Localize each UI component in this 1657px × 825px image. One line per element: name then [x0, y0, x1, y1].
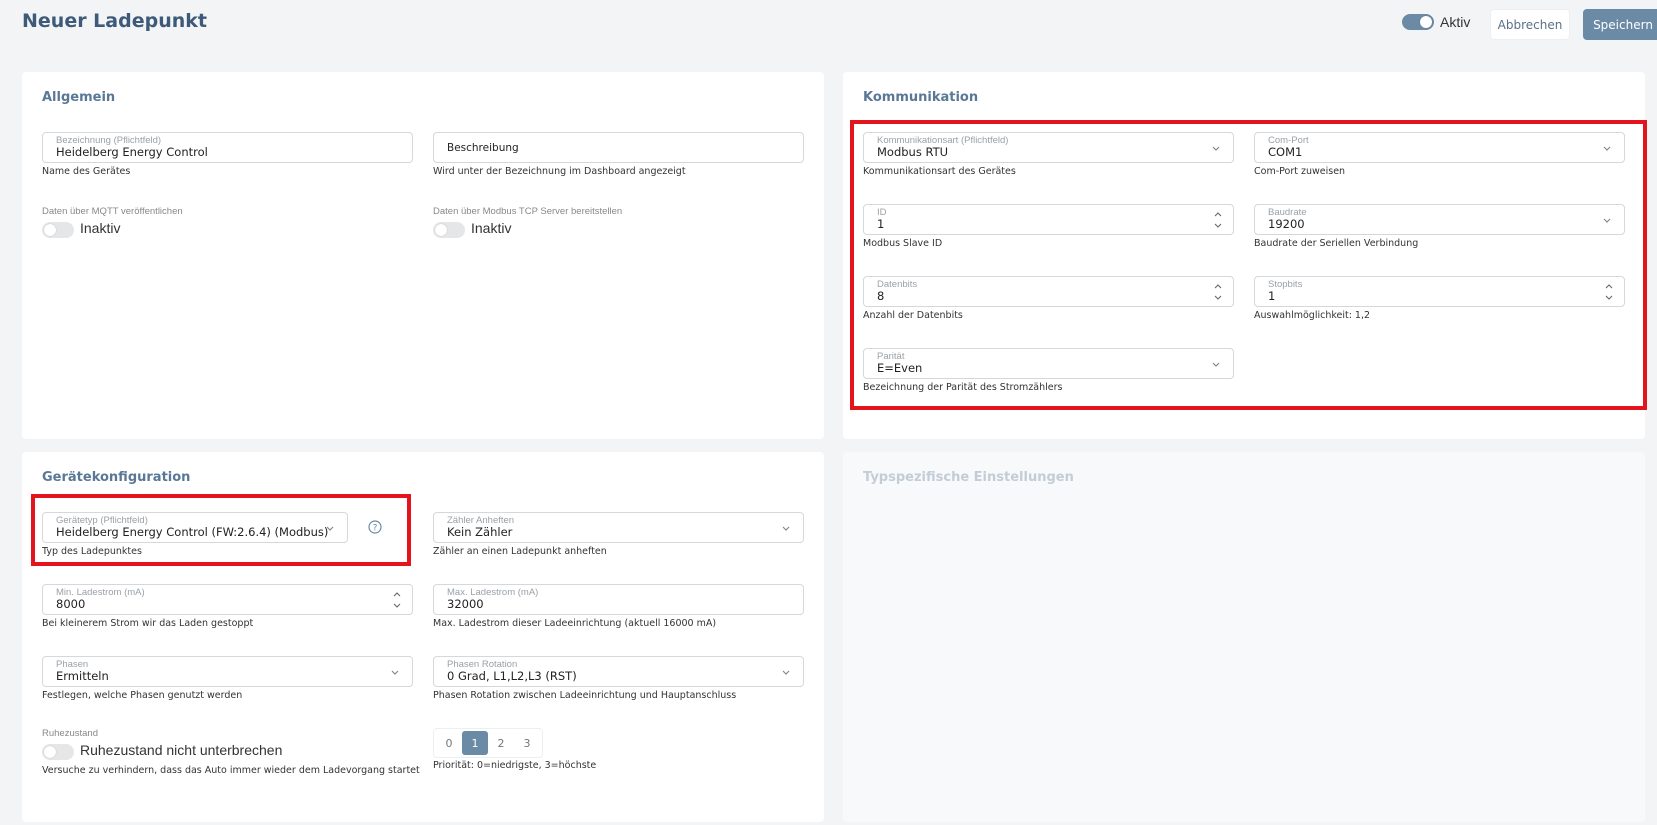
- phasen-hint: Festlegen, welche Phasen genutzt werden: [42, 690, 243, 701]
- allgemein-title: Allgemein: [42, 90, 116, 105]
- svg-text:?: ?: [373, 524, 378, 534]
- max-ladestrom-hint: Max. Ladestrom dieser Ladeeinrichtung (a…: [433, 618, 717, 629]
- zaehler-select[interactable]: Zähler Anheften Kein Zähler: [433, 512, 804, 543]
- paritaet-value: E=Even: [877, 361, 923, 375]
- kommunikation-title: Kommunikation: [863, 90, 979, 105]
- save-button[interactable]: Speichern: [1583, 9, 1657, 40]
- zaehler-hint: Zähler an einen Ladepunkt anheften: [433, 546, 607, 557]
- kommunikationsart-select[interactable]: Kommunikationsart (Pflichtfeld) Modbus R…: [863, 132, 1234, 163]
- mqtt-toggle[interactable]: [42, 222, 74, 238]
- aktiv-toggle-group[interactable]: Aktiv: [1402, 14, 1470, 30]
- id-value: 1: [877, 217, 885, 231]
- ruhezustand-label: Ruhezustand: [42, 728, 98, 739]
- bezeichnung-input[interactable]: Bezeichnung (Pflichtfeld) Heidelberg Ene…: [42, 132, 413, 163]
- prioritaet-selector[interactable]: 0 1 2 3: [433, 728, 543, 758]
- top-bar: Neuer Ladepunkt Aktiv Abbrechen Speicher…: [0, 0, 1657, 50]
- modbus-tcp-label: Daten über Modbus TCP Server bereitstell…: [433, 206, 623, 217]
- geraetetyp-value: Heidelberg Energy Control (FW:2.6.4) (Mo…: [56, 525, 329, 539]
- phasen-rotation-select[interactable]: Phasen Rotation 0 Grad, L1,L2,L3 (RST): [433, 656, 804, 687]
- ruhezustand-toggle[interactable]: [42, 744, 74, 760]
- chevron-down-icon: [391, 670, 399, 675]
- stepper-icon[interactable]: [1213, 280, 1223, 304]
- stopbits-value: 1: [1268, 289, 1276, 303]
- aktiv-toggle[interactable]: [1402, 14, 1434, 30]
- cancel-button[interactable]: Abbrechen: [1490, 9, 1570, 40]
- min-ladestrom-value: 8000: [56, 597, 86, 611]
- modbus-tcp-state: Inaktiv: [471, 220, 512, 236]
- phasen-rotation-hint: Phasen Rotation zwischen Ladeeinrichtung…: [433, 690, 737, 701]
- phasen-value: Ermitteln: [56, 669, 109, 683]
- prioritaet-option-2[interactable]: 2: [488, 731, 514, 755]
- stepper-icon[interactable]: [1213, 208, 1223, 232]
- bezeichnung-value: Heidelberg Energy Control: [56, 145, 208, 159]
- beschreibung-input[interactable]: Beschreibung: [433, 132, 804, 163]
- beschreibung-placeholder: Beschreibung: [447, 142, 519, 154]
- allgemein-card: Allgemein Bezeichnung (Pflichtfeld) Heid…: [22, 72, 824, 439]
- chevron-down-icon: [782, 670, 790, 675]
- stopbits-input[interactable]: Stopbits 1: [1254, 276, 1625, 307]
- paritaet-select[interactable]: Parität E=Even: [863, 348, 1234, 379]
- page-title: Neuer Ladepunkt: [22, 10, 207, 32]
- prioritaet-option-1[interactable]: 1: [462, 731, 488, 755]
- max-ladestrom-input[interactable]: Max. Ladestrom (mA) 32000: [433, 584, 804, 615]
- help-icon[interactable]: ?: [368, 520, 382, 534]
- geraetekonfiguration-title: Gerätekonfiguration: [42, 470, 191, 485]
- bezeichnung-hint: Name des Gerätes: [42, 166, 131, 177]
- phasen-rotation-value: 0 Grad, L1,L2,L3 (RST): [447, 669, 577, 683]
- paritaet-hint: Bezeichnung der Parität des Stromzählers: [863, 382, 1063, 393]
- prioritaet-hint: Priorität: 0=niedrigste, 3=höchste: [433, 760, 597, 771]
- baudrate-select[interactable]: Baudrate 19200: [1254, 204, 1625, 235]
- prioritaet-option-3[interactable]: 3: [514, 731, 540, 755]
- prioritaet-option-0[interactable]: 0: [436, 731, 462, 755]
- stopbits-hint: Auswahlmöglichkeit: 1,2: [1254, 310, 1371, 321]
- min-ladestrom-input[interactable]: Min. Ladestrom (mA) 8000: [42, 584, 413, 615]
- datenbits-value: 8: [877, 289, 885, 303]
- comport-select[interactable]: Com-Port COM1: [1254, 132, 1625, 163]
- chevron-down-icon: [326, 526, 334, 531]
- aktiv-label: Aktiv: [1440, 14, 1471, 30]
- modbus-tcp-toggle[interactable]: [433, 222, 465, 238]
- mqtt-label: Daten über MQTT veröffentlichen: [42, 206, 183, 217]
- id-hint: Modbus Slave ID: [863, 238, 943, 249]
- max-ladestrom-value: 32000: [447, 597, 484, 611]
- id-input[interactable]: ID 1: [863, 204, 1234, 235]
- geraetekonfiguration-card: Gerätekonfiguration Gerätetyp (Pflichtfe…: [22, 452, 824, 822]
- kommunikationsart-value: Modbus RTU: [877, 145, 949, 159]
- kommunikation-card: Kommunikation Kommunikationsart (Pflicht…: [843, 72, 1647, 439]
- mqtt-state: Inaktiv: [80, 220, 121, 236]
- ruhezustand-state: Ruhezustand nicht unterbrechen: [80, 742, 283, 758]
- comport-hint: Com-Port zuweisen: [1254, 166, 1346, 177]
- beschreibung-hint: Wird unter der Bezeichnung im Dashboard …: [433, 166, 686, 177]
- phasen-select[interactable]: Phasen Ermitteln: [42, 656, 413, 687]
- kommunikationsart-hint: Kommunikationsart des Gerätes: [863, 166, 1016, 177]
- typspezifisch-card: Typspezifische Einstellungen: [843, 452, 1645, 822]
- chevron-down-icon: [782, 526, 790, 531]
- chevron-down-icon: [1603, 146, 1611, 151]
- geraetetyp-hint: Typ des Ladepunktes: [42, 546, 142, 557]
- datenbits-hint: Anzahl der Datenbits: [863, 310, 963, 321]
- baudrate-hint: Baudrate der Seriellen Verbindung: [1254, 238, 1419, 249]
- stepper-icon[interactable]: [1604, 280, 1614, 304]
- stepper-icon[interactable]: [392, 588, 402, 612]
- typspezifisch-title: Typspezifische Einstellungen: [863, 470, 1074, 485]
- geraetetyp-select[interactable]: Gerätetyp (Pflichtfeld) Heidelberg Energ…: [42, 512, 348, 543]
- datenbits-input[interactable]: Datenbits 8: [863, 276, 1234, 307]
- chevron-down-icon: [1603, 218, 1611, 223]
- min-ladestrom-hint: Bei kleinerem Strom wir das Laden gestop…: [42, 618, 254, 629]
- ruhezustand-hint: Versuche zu verhindern, dass das Auto im…: [42, 765, 420, 776]
- comport-value: COM1: [1268, 145, 1303, 159]
- zaehler-value: Kein Zähler: [447, 525, 513, 539]
- baudrate-value: 19200: [1268, 217, 1305, 231]
- chevron-down-icon: [1212, 362, 1220, 367]
- chevron-down-icon: [1212, 146, 1220, 151]
